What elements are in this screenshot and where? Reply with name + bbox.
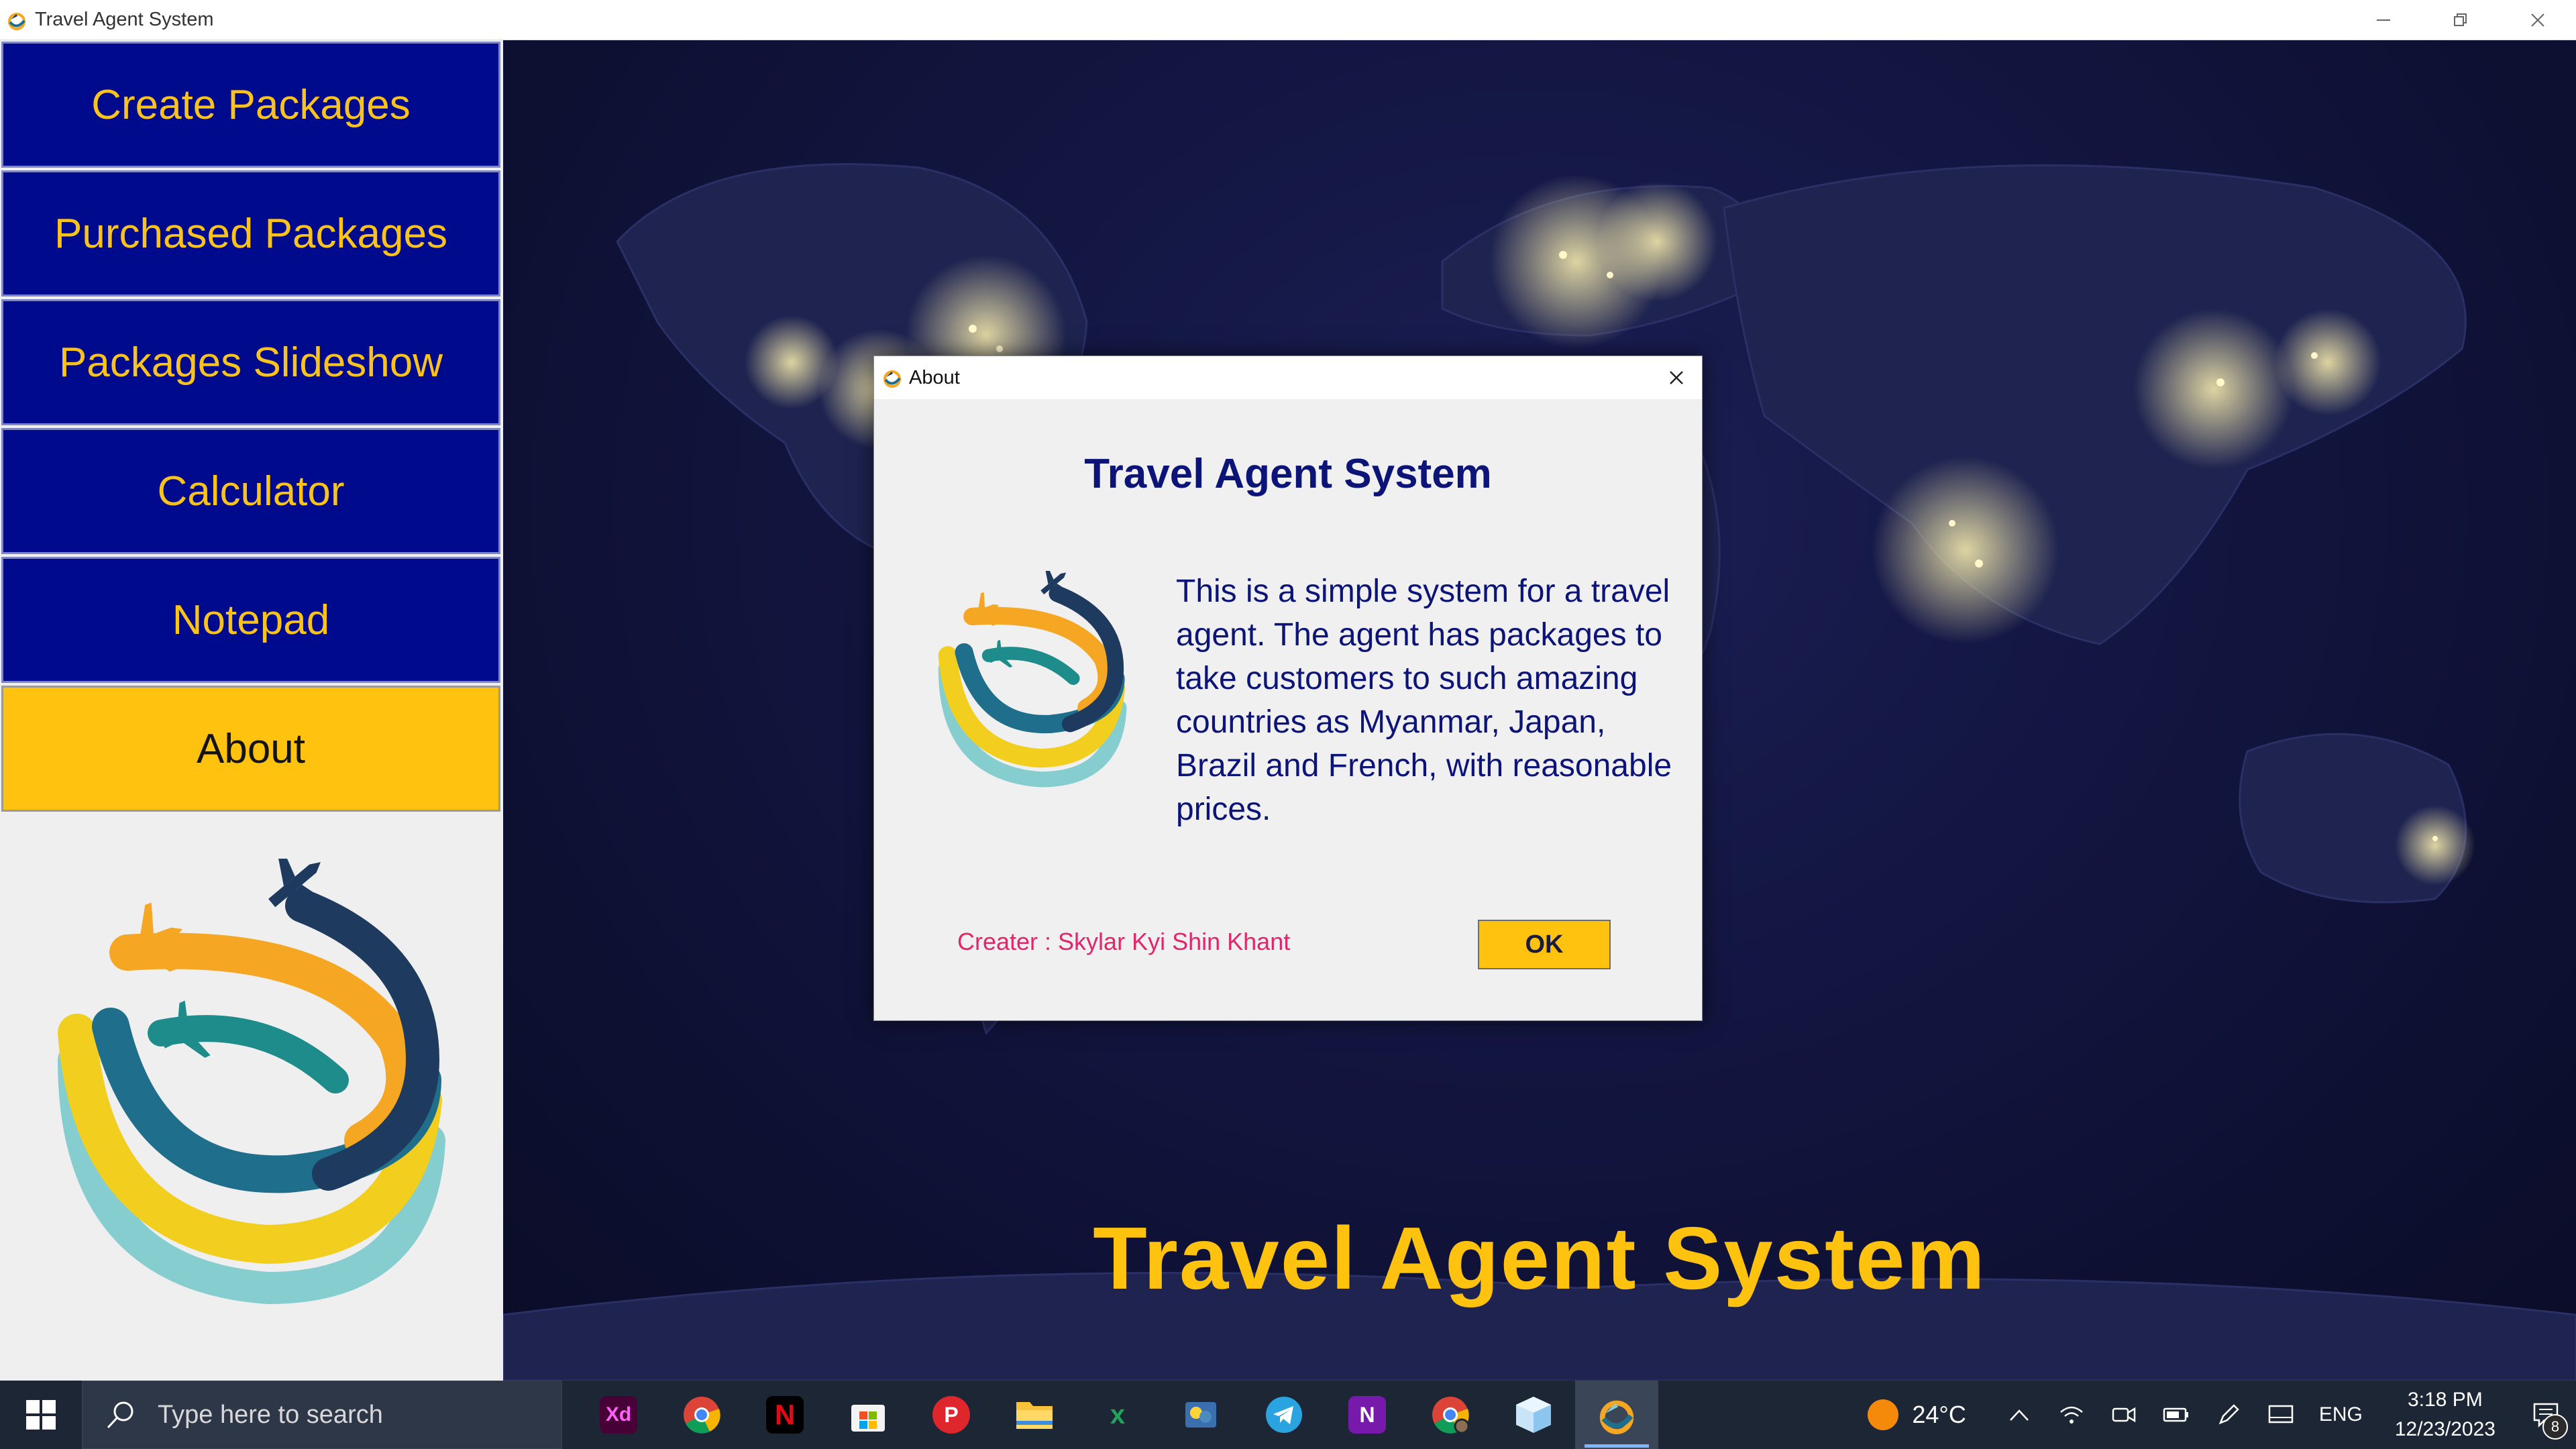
minimize-button[interactable]	[2345, 0, 2422, 40]
sun-icon	[1868, 1399, 1899, 1430]
clock-date: 12/23/2023	[2394, 1418, 2496, 1440]
close-icon	[2530, 13, 2544, 27]
main-title: Travel Agent System	[1093, 1209, 1986, 1307]
display-icon	[2268, 1405, 2294, 1424]
pen-button[interactable]	[2202, 1381, 2255, 1449]
cube-icon	[1516, 1397, 1551, 1433]
chevron-up-icon	[2009, 1409, 2029, 1421]
camera-icon	[2112, 1407, 2136, 1423]
taskbar-app-chrome-profile[interactable]	[1409, 1381, 1492, 1449]
window-title: Travel Agent System	[35, 9, 214, 30]
camera-button[interactable]	[2098, 1381, 2150, 1449]
taskbar-app-netflix[interactable]: N	[743, 1381, 826, 1449]
main-panel: Travel Agent System About Travel Agent S…	[503, 40, 2576, 1381]
store-icon	[851, 1405, 885, 1432]
about-dialog-titlebar: About	[874, 356, 1702, 399]
postman-icon: P	[932, 1396, 970, 1434]
search-icon	[107, 1401, 133, 1429]
taskbar-app-postman[interactable]: P	[910, 1381, 993, 1449]
onenote-icon: N	[1348, 1396, 1386, 1434]
windows-icon	[26, 1400, 56, 1430]
network-button[interactable]	[2045, 1381, 2098, 1449]
taskbar-app-adobe-xd[interactable]: Xd	[577, 1381, 660, 1449]
travel-logo-icon	[58, 859, 445, 1305]
show-hidden-icons-button[interactable]	[1993, 1381, 2045, 1449]
app-logo-icon	[883, 370, 901, 388]
pen-icon	[2218, 1404, 2239, 1425]
search-placeholder: Type here to search	[158, 1400, 383, 1429]
taskbar-app-microsoft-store[interactable]	[826, 1381, 910, 1449]
battery-icon	[2163, 1407, 2188, 1422]
restore-button[interactable]	[2422, 0, 2499, 40]
travel-logo-icon	[938, 571, 1127, 788]
creator-credit: Creater : Skylar Kyi Shin Khant	[957, 928, 1291, 955]
taskbar-app-travel-agent-system[interactable]	[1575, 1381, 1658, 1449]
excel-icon: x	[1110, 1399, 1126, 1430]
wifi-icon	[2060, 1406, 2083, 1424]
close-button[interactable]	[2499, 0, 2576, 40]
create-packages-button[interactable]: Create Packages	[1, 42, 500, 168]
python-idle-icon	[1185, 1402, 1216, 1428]
about-description: This is a simple system for a travel age…	[1176, 574, 1672, 827]
sidebar: Create Packages Purchased Packages Packa…	[0, 40, 503, 1381]
taskbar-app-excel[interactable]: x	[1076, 1381, 1159, 1449]
language-indicator[interactable]: ENG	[2319, 1403, 2363, 1426]
purchased-packages-button[interactable]: Purchased Packages	[1, 170, 500, 297]
weather-widget[interactable]: 24°C	[1868, 1399, 1966, 1430]
about-dialog: About Travel Agent System This is a simp	[873, 356, 1703, 1021]
taskbar-app-chrome[interactable]	[660, 1381, 743, 1449]
about-dialog-title: About	[909, 366, 960, 388]
chrome-profile-icon	[1432, 1397, 1470, 1434]
taskbar-search-box[interactable]: Type here to search	[82, 1381, 562, 1449]
notification-center-button[interactable]: 8	[2516, 1381, 2576, 1449]
taskbar-app-cube[interactable]	[1492, 1381, 1575, 1449]
telegram-icon	[1266, 1397, 1302, 1433]
system-tray: 24°C ENG 3:18 PM 12/23/2023 8	[1868, 1381, 2576, 1449]
taskbar-apps: Xd N P x N	[577, 1381, 1658, 1449]
taskbar-app-onenote[interactable]: N	[1326, 1381, 1409, 1449]
display-button[interactable]	[2255, 1381, 2307, 1449]
adobe-xd-icon: Xd	[600, 1396, 637, 1434]
window-titlebar: Travel Agent System	[0, 0, 2576, 40]
packages-slideshow-button[interactable]: Packages Slideshow	[1, 299, 500, 425]
ok-button[interactable]: OK	[1478, 920, 1611, 969]
about-heading: Travel Agent System	[1084, 451, 1492, 497]
folder-icon	[1016, 1402, 1053, 1429]
app-logo-icon	[1599, 1400, 1634, 1434]
calculator-button[interactable]: Calculator	[1, 428, 500, 554]
battery-button[interactable]	[2150, 1381, 2202, 1449]
close-icon	[1670, 371, 1683, 384]
chrome-icon	[684, 1397, 720, 1434]
app-logo-icon	[8, 12, 25, 30]
restore-icon	[2453, 13, 2467, 26]
notification-count-badge: 8	[2542, 1414, 2568, 1440]
start-button[interactable]	[0, 1381, 82, 1449]
taskbar-app-telegram[interactable]	[1242, 1381, 1326, 1449]
taskbar: Type here to search Xd N P x N 24°C ENG …	[0, 1381, 2576, 1449]
netflix-icon: N	[766, 1396, 804, 1434]
taskbar-app-python-idle[interactable]	[1159, 1381, 1242, 1449]
weather-temperature: 24°C	[1912, 1401, 1966, 1428]
about-dialog-close-button[interactable]	[1663, 364, 1690, 391]
taskbar-app-file-explorer[interactable]	[993, 1381, 1076, 1449]
notepad-button[interactable]: Notepad	[1, 557, 500, 683]
clock-time: 3:18 PM	[2408, 1389, 2483, 1411]
about-button[interactable]: About	[1, 686, 500, 812]
minimize-icon	[2376, 19, 2390, 21]
clock[interactable]: 3:18 PM 12/23/2023	[2395, 1385, 2496, 1444]
